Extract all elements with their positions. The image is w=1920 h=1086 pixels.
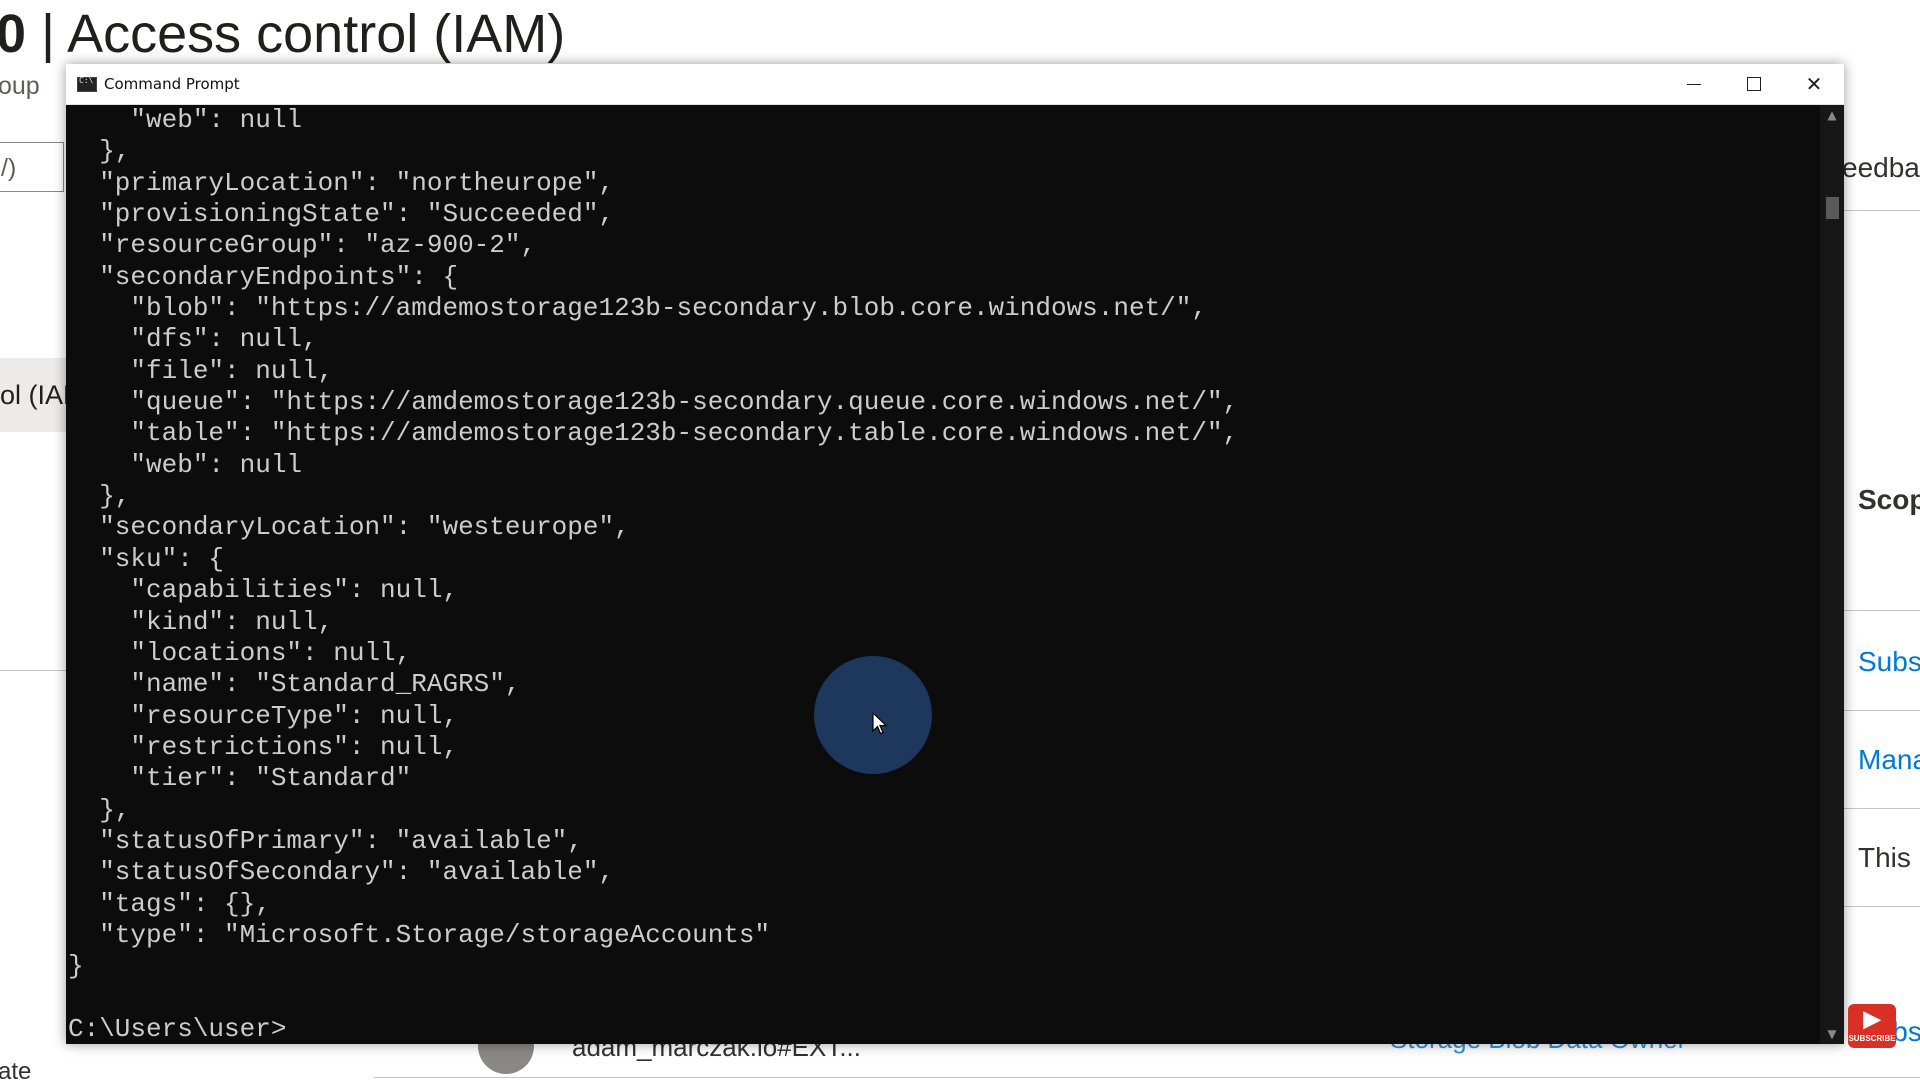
mouse-pointer-icon (872, 712, 888, 735)
scope-heading: Scop (1858, 484, 1920, 515)
window-title: Command Prompt (104, 75, 240, 93)
console-line: "table": "https://amdemostorage123b-seco… (130, 418, 1239, 449)
scrollbar-thumb[interactable] (1826, 197, 1839, 219)
console-line: "dfs": null, (130, 324, 318, 355)
console-line: "primaryLocation": "northeurope", (99, 167, 615, 198)
console-line: "blob": "https://amdemostorage123b-secon… (130, 293, 1207, 324)
close-icon: ✕ (1805, 72, 1823, 96)
console-line: "type": "Microsoft.Storage/storageAccoun… (99, 919, 771, 950)
console-line: "capabilities": null, (130, 575, 459, 606)
divider (374, 1077, 1920, 1078)
console-line: }, (99, 794, 131, 825)
console-line: "provisioningState": "Succeeded", (99, 199, 615, 230)
console-line: "file": null, (130, 355, 334, 386)
manage-link[interactable]: Mana (1858, 744, 1920, 776)
window-titlebar[interactable]: Command Prompt ✕ (66, 64, 1844, 105)
close-button[interactable]: ✕ (1784, 64, 1844, 104)
console-line: "secondaryLocation": "westeurope", (99, 512, 630, 543)
console-line: } (68, 951, 84, 982)
console-line: "web": null (130, 105, 303, 135)
console-line: "kind": null, (130, 606, 334, 637)
scroll-up-icon[interactable]: ▲ (1820, 105, 1844, 125)
divider (1844, 906, 1920, 907)
page-title: 0 | Access control (IAM) (0, 4, 566, 64)
console-output[interactable]: "web": null }, "primaryLocation": "north… (66, 105, 1820, 1044)
console-line: "resourceType": null, (130, 700, 459, 731)
terminal-icon (77, 76, 97, 92)
scrollbar[interactable]: ▲ ▼ (1820, 105, 1844, 1044)
page-subtitle: oup (0, 72, 40, 100)
command-prompt-window[interactable]: Command Prompt ✕ "web": null }, "primary… (66, 64, 1844, 1044)
maximize-button[interactable] (1724, 64, 1784, 104)
console-line: "statusOfSecondary": "available", (99, 857, 615, 888)
play-icon: ▶ (1863, 1006, 1881, 1031)
subscribe-label: SUBSCRIBE (1848, 1034, 1896, 1043)
divider (1844, 710, 1920, 711)
divider (0, 670, 66, 671)
youtube-subscribe-badge[interactable]: ▶ SUBSCRIBE (1848, 1004, 1896, 1048)
search-input[interactable]: /) (0, 142, 64, 192)
sidebar-item-partial[interactable]: ate (0, 1058, 31, 1086)
console-line: }, (99, 136, 131, 167)
console-line: "name": "Standard_RAGRS", (130, 669, 521, 700)
info-text: This r (1858, 842, 1920, 873)
console-line: "statusOfPrimary": "available", (99, 825, 583, 856)
console-line: "sku": { (99, 543, 225, 574)
console-line: }, (99, 481, 131, 512)
divider (1844, 610, 1920, 611)
maximize-icon (1747, 77, 1761, 91)
divider (1844, 808, 1920, 809)
console-line: "resourceGroup": "az-900-2", (99, 230, 537, 261)
console-line: "tier": "Standard" (130, 763, 412, 794)
subscription-link[interactable]: Subs (1858, 646, 1920, 678)
divider (1844, 210, 1920, 211)
console-line: "restrictions": null, (130, 731, 459, 762)
console-text: "web": null }, "primaryLocation": "north… (66, 105, 1820, 1044)
console-line: "secondaryEndpoints": { (99, 261, 459, 292)
minimize-icon (1687, 83, 1701, 85)
console-line: "locations": null, (130, 637, 412, 668)
console-line: "queue": "https://amdemostorage123b-seco… (130, 387, 1239, 418)
sidebar-item-access-control[interactable]: ol (IAM (0, 358, 66, 432)
console-line: "web": null (130, 449, 303, 480)
console-line: "tags": {}, (99, 888, 271, 919)
console-line: C:\Users\user> (68, 1013, 287, 1044)
scroll-down-icon[interactable]: ▼ (1820, 1024, 1844, 1044)
minimize-button[interactable] (1664, 64, 1724, 104)
feedback-link[interactable]: eedbac (1842, 152, 1920, 184)
